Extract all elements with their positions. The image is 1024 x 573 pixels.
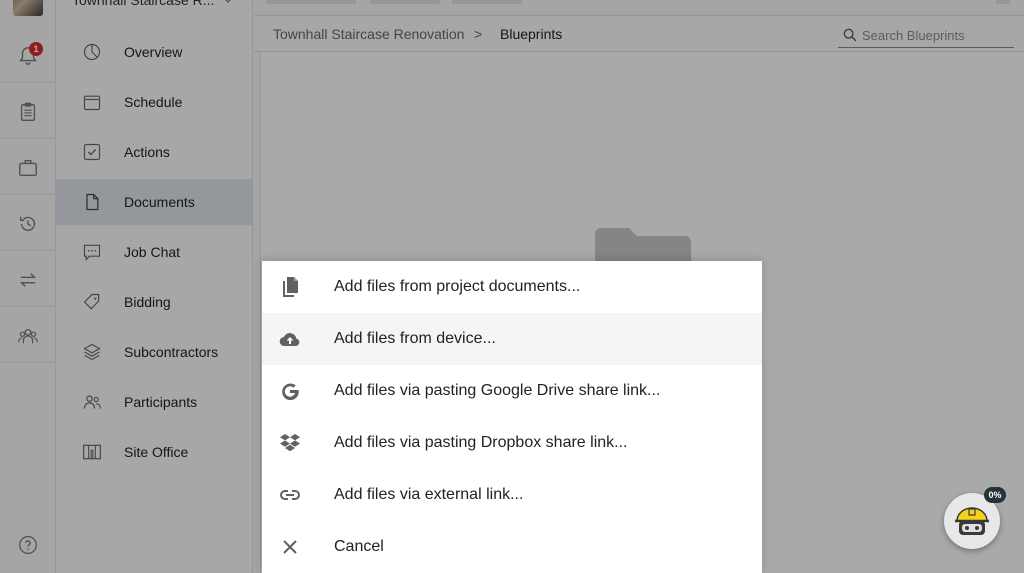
documents-copy-icon xyxy=(278,275,302,299)
close-icon xyxy=(278,535,302,559)
menu-item-label: Add files from project documents... xyxy=(334,278,581,295)
menu-item-label: Add files via pasting Google Drive share… xyxy=(334,382,661,399)
dropbox-icon xyxy=(278,431,302,455)
add-from-device[interactable]: Add files from device... xyxy=(262,313,762,365)
cancel-button[interactable]: Cancel xyxy=(262,521,762,573)
menu-item-label: Cancel xyxy=(334,538,384,555)
menu-item-label: Add files via pasting Dropbox share link… xyxy=(334,434,628,451)
link-icon xyxy=(278,483,302,507)
hard-hat-robot-icon xyxy=(955,507,989,535)
google-icon xyxy=(278,379,302,403)
menu-item-label: Add files via external link... xyxy=(334,486,524,503)
add-via-external-link[interactable]: Add files via external link... xyxy=(262,469,762,521)
add-files-sheet: Add files from project documents... Add … xyxy=(262,261,762,573)
add-via-dropbox[interactable]: Add files via pasting Dropbox share link… xyxy=(262,417,762,469)
add-via-google-drive[interactable]: Add files via pasting Google Drive share… xyxy=(262,365,762,417)
helper-progress-badge: 0% xyxy=(984,487,1006,503)
menu-item-label: Add files from device... xyxy=(334,330,496,347)
cloud-upload-icon xyxy=(278,327,302,351)
add-from-project-documents[interactable]: Add files from project documents... xyxy=(262,261,762,313)
